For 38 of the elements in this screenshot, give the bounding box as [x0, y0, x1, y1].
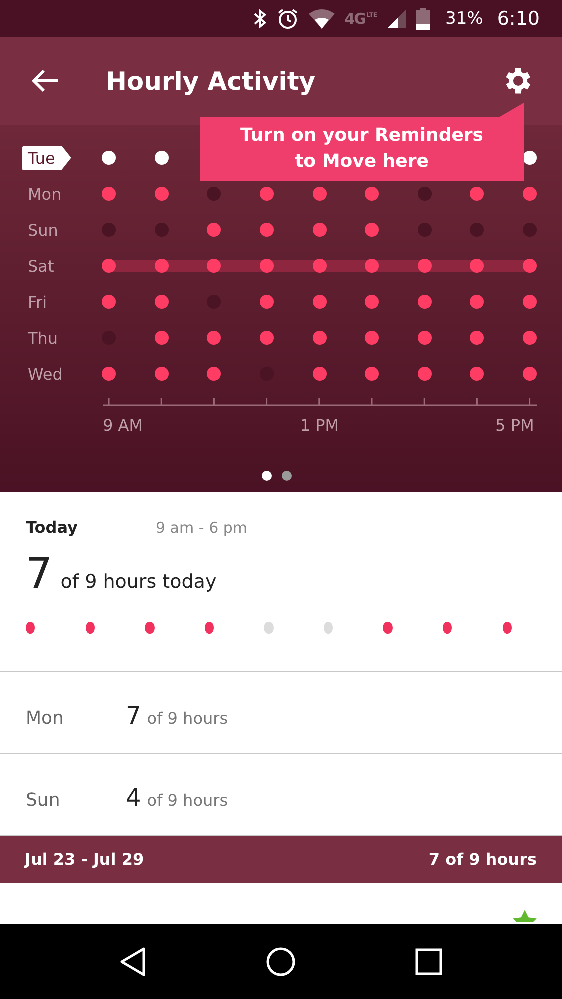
page-indicator-dot[interactable] — [282, 471, 292, 481]
screen-title: Hourly Activity — [106, 66, 317, 96]
day-label[interactable]: Wed — [28, 364, 63, 384]
axis-label: 9 AM — [103, 416, 144, 435]
bluetooth-icon — [252, 8, 267, 28]
square-icon — [415, 948, 443, 976]
week-summary: 7 of 9 hours — [428, 850, 537, 869]
axis-label: 5 PM — [496, 416, 534, 435]
signal-icon — [388, 10, 406, 28]
hours-summary: of 9 hours — [147, 791, 228, 810]
day-label[interactable]: Thu — [28, 328, 58, 348]
day-label[interactable]: Sun — [28, 220, 58, 240]
time-range: 9 am - 6 pm — [156, 519, 248, 537]
battery-percent: 31% — [446, 8, 484, 28]
hours-summary: of 9 hours — [147, 709, 228, 728]
day-label[interactable]: Fri — [28, 292, 48, 312]
active-hours-count: 4 — [126, 784, 142, 812]
circle-icon — [265, 946, 297, 978]
hours-summary: of 9 hours today — [60, 571, 217, 593]
day-label[interactable]: Mon — [28, 184, 62, 204]
day-summary-row[interactable]: Mon 7 of 9 hours — [0, 672, 562, 754]
active-hours-count: 7 — [26, 549, 53, 598]
back-arrow-icon — [32, 69, 60, 93]
section-title: Today — [26, 518, 79, 537]
reminder-tooltip[interactable]: Turn on your Reminders to Move here — [200, 103, 524, 181]
page-indicator-dot[interactable] — [262, 471, 272, 481]
day-label[interactable]: Sat — [28, 256, 54, 276]
day-name: Sun — [26, 790, 62, 811]
wifi-icon — [308, 8, 335, 28]
triangle-icon — [119, 946, 147, 976]
day-label[interactable]: Tue — [22, 146, 72, 170]
active-hours-count: 7 — [126, 702, 142, 730]
axis-label: 1 PM — [300, 416, 340, 435]
day-name: Mon — [26, 708, 65, 729]
week-range: Jul 23 - Jul 29 — [25, 850, 144, 869]
alarm-icon — [276, 8, 299, 30]
clock-time: 6:10 — [497, 8, 540, 30]
battery-icon — [416, 8, 430, 30]
